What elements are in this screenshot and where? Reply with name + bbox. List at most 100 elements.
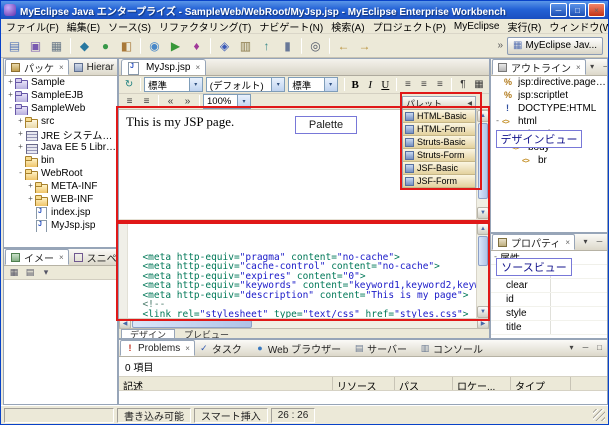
menu-item[interactable]: ウィンドウ(W) xyxy=(545,19,608,34)
editor-mode-tab[interactable]: デザイン xyxy=(121,329,175,339)
expander-icon[interactable]: + xyxy=(6,91,15,100)
print-icon[interactable]: ▦ xyxy=(46,36,67,56)
tree-item[interactable]: - WebRoot xyxy=(4,167,117,180)
font-size-select[interactable]: 標準 ▾ xyxy=(288,77,337,92)
chevron-down-icon[interactable]: ▾ xyxy=(271,78,284,91)
tab-properties[interactable]: プロパティ × xyxy=(492,234,575,250)
grid-view-icon[interactable]: ▦ xyxy=(7,267,21,279)
menu-item[interactable]: ソース(S) xyxy=(104,19,155,34)
editor-mode-tab[interactable]: プレビュー xyxy=(175,329,238,339)
new-web-project-icon[interactable]: ◆ xyxy=(74,36,95,56)
forward-icon[interactable]: → xyxy=(354,36,375,56)
menu-item[interactable]: プロジェクト(P) xyxy=(369,19,450,34)
property-row[interactable]: title xyxy=(491,321,607,335)
minimize-view-icon[interactable]: ─ xyxy=(593,235,606,248)
separator[interactable] xyxy=(329,38,330,54)
outline-item[interactable]: - html xyxy=(491,115,607,128)
close-icon[interactable]: × xyxy=(59,253,64,262)
view-menu-icon[interactable]: ▾ xyxy=(586,60,599,73)
tree-item[interactable]: + src xyxy=(4,115,117,128)
new-package-icon[interactable]: ◧ xyxy=(116,36,137,56)
close-window-button[interactable]: × xyxy=(588,3,605,17)
expander-icon[interactable]: - xyxy=(493,117,502,126)
deploy-icon[interactable]: ↑ xyxy=(256,36,277,56)
scroll-left-icon[interactable]: ◀ xyxy=(119,319,131,329)
database-explorer-icon[interactable]: ▥ xyxy=(235,36,256,56)
menu-item[interactable]: 実行(R) xyxy=(504,19,546,34)
ordered-list-icon[interactable]: ≡ xyxy=(121,94,138,109)
align-center-icon[interactable]: ≡ xyxy=(416,77,432,92)
indent-icon[interactable]: » xyxy=(179,94,196,109)
tab-outline[interactable]: アウトライン × xyxy=(492,59,586,75)
tree-item[interactable]: MyJsp.jsp xyxy=(4,219,117,232)
property-row[interactable]: style xyxy=(491,307,607,321)
tree-item[interactable]: + SampleEJB xyxy=(4,89,117,102)
bottom-view-tab[interactable]: ● Web ブラウザー xyxy=(251,340,350,356)
server-icon[interactable]: ▮ xyxy=(277,36,298,56)
menu-item[interactable]: ナビゲート(N) xyxy=(255,19,327,34)
chevron-down-icon[interactable]: ▾ xyxy=(189,78,202,91)
minimize-view-icon[interactable]: ─ xyxy=(579,341,592,354)
resize-grip[interactable] xyxy=(593,409,605,421)
close-icon[interactable]: × xyxy=(576,63,581,72)
view-menu-icon[interactable]: ▾ xyxy=(39,267,53,279)
source-code[interactable]: <meta http-equiv="pragma" content="no-ca… xyxy=(128,223,489,318)
tree-item[interactable]: + WEB-INF xyxy=(4,193,117,206)
save-icon[interactable]: ▣ xyxy=(25,36,46,56)
zoom-select[interactable]: 100% ▾ xyxy=(203,94,251,109)
design-text[interactable]: This is my JSP page. xyxy=(126,114,234,130)
expander-icon[interactable]: + xyxy=(16,117,25,126)
menu-item[interactable]: リファクタリング(T) xyxy=(155,19,255,34)
tree-item[interactable]: + Java EE 5 Libraries xyxy=(4,141,117,154)
tree-item[interactable]: - SampleWeb xyxy=(4,102,117,115)
property-value[interactable] xyxy=(551,321,607,334)
menu-item[interactable]: MyEclipse xyxy=(450,20,504,33)
external-tools-icon[interactable]: ♦ xyxy=(186,36,207,56)
tree-item[interactable]: + Sample xyxy=(4,76,117,89)
separator[interactable] xyxy=(301,38,302,54)
minimize-window-button[interactable]: ─ xyxy=(550,3,567,17)
new-jsp-icon[interactable]: ◈ xyxy=(214,36,235,56)
unordered-list-icon[interactable]: ≡ xyxy=(138,94,155,109)
expander-icon[interactable]: + xyxy=(26,195,35,204)
palette-drawer[interactable]: HTML-Form xyxy=(403,123,475,136)
scroll-thumb[interactable] xyxy=(132,320,252,328)
scroll-up-icon[interactable]: ▲ xyxy=(477,110,489,122)
separator[interactable] xyxy=(140,38,141,54)
property-value[interactable] xyxy=(551,293,607,306)
menu-item[interactable]: 検索(A) xyxy=(327,19,368,34)
collapse-palette-icon[interactable]: ◀ xyxy=(467,100,472,107)
separator[interactable] xyxy=(210,38,211,54)
titlebar[interactable]: MyEclipse Java エンタープライズ - SampleWeb/WebR… xyxy=(1,1,608,19)
property-row[interactable]: id xyxy=(491,293,607,307)
maximize-view-icon[interactable]: □ xyxy=(593,341,606,354)
close-icon[interactable]: × xyxy=(565,238,570,247)
tab-snippets[interactable]: スニペ xyxy=(69,249,118,265)
close-icon[interactable]: × xyxy=(195,63,200,72)
perspective-overflow-chevron[interactable]: » xyxy=(497,40,503,51)
outline-item[interactable]: jsp:directive.page language=java xyxy=(491,76,607,89)
bold-button[interactable]: B xyxy=(348,77,363,92)
menu-item[interactable]: 編集(E) xyxy=(63,19,104,34)
column-header[interactable]: ロケー... xyxy=(453,377,511,390)
separator[interactable] xyxy=(70,38,71,54)
bottom-view-tab[interactable]: ▤ サーバー xyxy=(350,340,416,356)
palette-drawer[interactable]: JSF-Form xyxy=(403,175,475,188)
expander-icon[interactable]: + xyxy=(26,182,35,191)
bottom-view-tab[interactable]: ✓ タスク xyxy=(195,340,251,356)
scroll-down-icon[interactable]: ▼ xyxy=(477,306,489,318)
align-left-icon[interactable]: ≡ xyxy=(400,77,416,92)
column-header[interactable]: パス xyxy=(395,377,453,390)
view-menu-icon[interactable]: ▾ xyxy=(565,341,578,354)
expander-icon[interactable]: + xyxy=(6,78,15,87)
paragraph-marks-icon[interactable]: ¶ xyxy=(455,77,471,92)
search-icon[interactable]: ◎ xyxy=(305,36,326,56)
outline-item[interactable]: DOCTYPE:HTML xyxy=(491,102,607,115)
expander-icon[interactable]: + xyxy=(16,143,25,152)
tree-item[interactable]: index.jsp xyxy=(4,206,117,219)
palette-drawer[interactable]: Struts-Basic xyxy=(403,136,475,149)
outdent-icon[interactable]: « xyxy=(162,94,179,109)
list-view-icon[interactable]: ▤ xyxy=(23,267,37,279)
column-header[interactable]: 記述 xyxy=(119,377,333,390)
property-value[interactable] xyxy=(551,279,607,292)
